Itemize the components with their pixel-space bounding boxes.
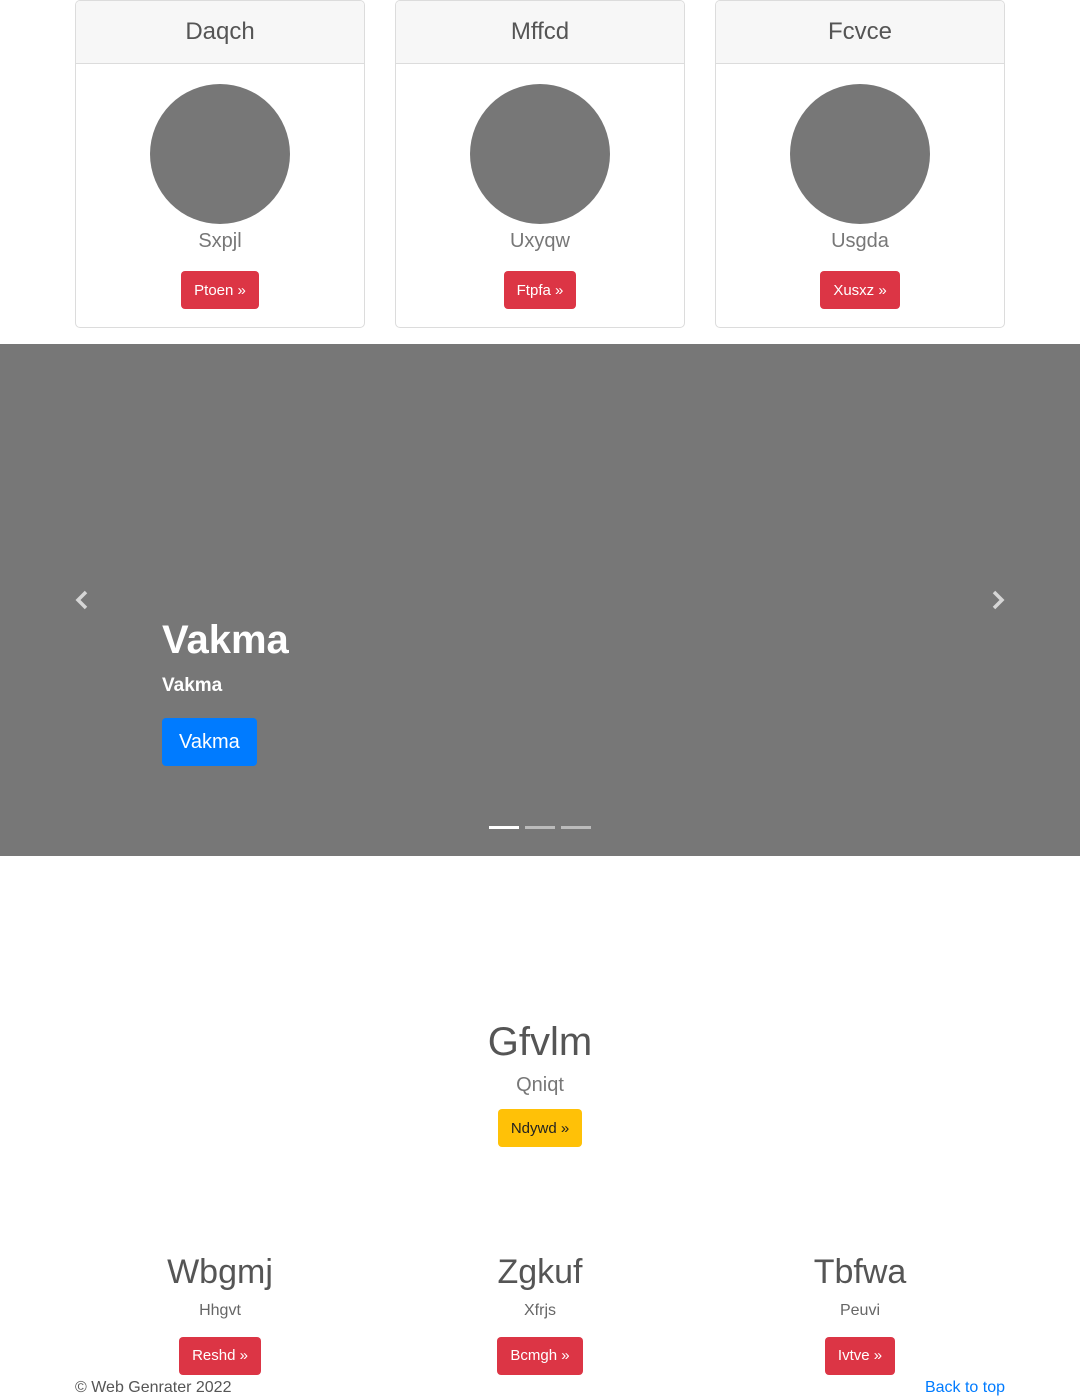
card-button[interactable]: Xusxz » xyxy=(820,271,900,309)
chevron-right-icon[interactable] xyxy=(986,588,1010,612)
column-title: Zgkuf xyxy=(497,1253,583,1291)
featured-subtitle: Qniqt xyxy=(516,1074,564,1096)
card-body: Uxyqw Ftpfa » xyxy=(396,64,684,309)
back-to-top-link[interactable]: Back to top xyxy=(925,1379,1005,1397)
avatar-placeholder xyxy=(470,84,610,224)
card-mffcd: Mffcd Uxyqw Ftpfa » xyxy=(395,0,685,328)
column-title: Tbfwa xyxy=(813,1253,907,1291)
column-subtitle: Xfrjs xyxy=(524,1301,556,1319)
card-subtitle: Usgda xyxy=(831,230,889,252)
carousel-caption: Vakma Vakma Vakma xyxy=(162,616,289,766)
carousel-indicator-3[interactable] xyxy=(561,826,591,829)
column-tbfwa: Tbfwa Peuvi Ivtve » xyxy=(715,1252,1005,1375)
card-body: Usgda Xusxz » xyxy=(716,64,1004,309)
card-header: Mffcd xyxy=(396,1,684,64)
avatar-placeholder xyxy=(790,84,930,224)
card-row: Daqch Sxpjl Ptoen » Mffcd Uxyqw Ftpfa » … xyxy=(75,0,1005,328)
column-zgkuf: Zgkuf Xfrjs Bcmgh » xyxy=(395,1252,685,1375)
column-button[interactable]: Reshd » xyxy=(179,1336,261,1375)
card-daqch: Daqch Sxpjl Ptoen » xyxy=(75,0,365,328)
card-header: Fcvce xyxy=(716,1,1004,64)
column-subtitle: Peuvi xyxy=(839,1301,881,1319)
featured-section: Gfvlm Qniqt Ndywd » xyxy=(0,1018,1080,1147)
column-subtitle: Hhgvt xyxy=(199,1301,241,1319)
chevron-left-icon[interactable] xyxy=(70,588,94,612)
carousel-indicator-2[interactable] xyxy=(525,826,555,829)
carousel-text: Vakma xyxy=(162,675,223,696)
column-row: Wbgmj Hhgvt Reshd » Zgkuf Xfrjs Bcmgh » … xyxy=(75,1252,1005,1375)
card-button[interactable]: Ptoen » xyxy=(181,271,259,309)
featured-button[interactable]: Ndywd » xyxy=(497,1109,583,1147)
column-title: Wbgmj xyxy=(167,1253,273,1291)
carousel-indicator-1[interactable] xyxy=(489,826,519,829)
column-wbgmj: Wbgmj Hhgvt Reshd » xyxy=(75,1252,365,1375)
card-subtitle: Uxyqw xyxy=(509,230,570,252)
carousel-title: Vakma xyxy=(162,618,289,662)
card-button[interactable]: Ftpfa » xyxy=(503,271,577,309)
footer-copyright: © Web Genrater 2022 xyxy=(75,1379,232,1396)
card-body: Sxpjl Ptoen » xyxy=(76,64,364,309)
card-fcvce: Fcvce Usgda Xusxz » xyxy=(715,0,1005,328)
card-subtitle: Sxpjl xyxy=(198,230,242,252)
card-header: Daqch xyxy=(76,1,364,64)
hero-carousel: Vakma Vakma Vakma xyxy=(0,344,1080,856)
avatar-placeholder xyxy=(150,84,290,224)
column-button[interactable]: Ivtve » xyxy=(824,1336,896,1375)
carousel-indicators xyxy=(489,826,591,829)
carousel-button[interactable]: Vakma xyxy=(162,718,257,766)
column-button[interactable]: Bcmgh » xyxy=(497,1336,583,1375)
featured-title: Gfvlm xyxy=(487,1020,593,1064)
